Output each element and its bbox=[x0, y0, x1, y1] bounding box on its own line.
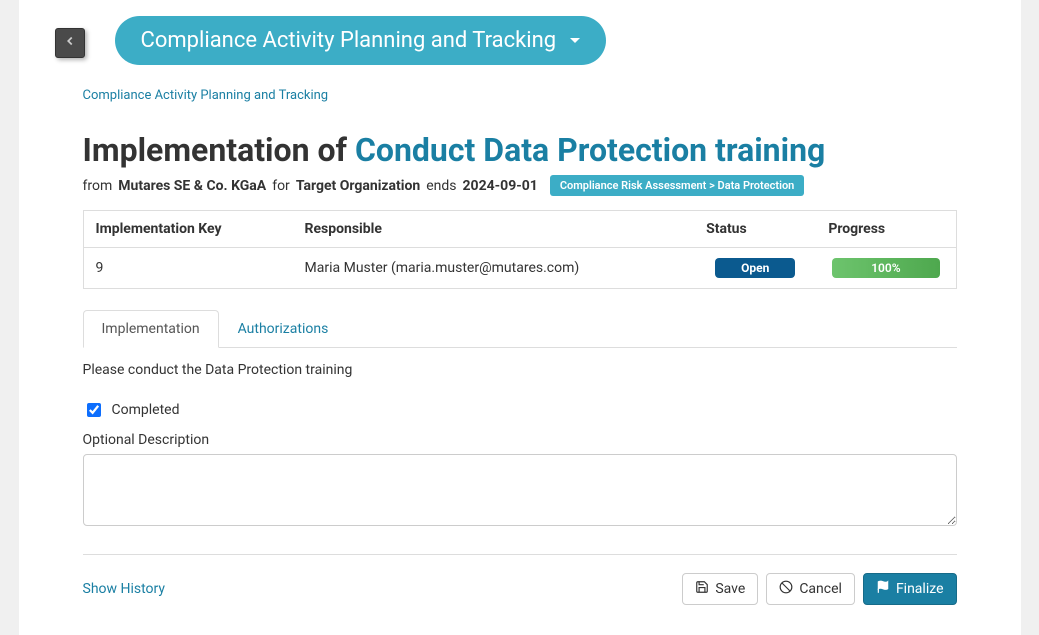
ends-label: ends bbox=[426, 178, 456, 194]
completed-label: Completed bbox=[112, 402, 180, 418]
from-org: Mutares SE & Co. KGaA bbox=[118, 178, 266, 194]
save-label: Save bbox=[715, 581, 745, 597]
cell-responsible: Maria Muster (maria.muster@mutares.com) bbox=[293, 248, 695, 289]
th-responsible: Responsible bbox=[293, 211, 695, 248]
status-badge: Open bbox=[715, 258, 795, 278]
page-subline: from Mutares SE & Co. KGaA for Target Or… bbox=[83, 175, 957, 196]
category-badge: Compliance Risk Assessment > Data Protec… bbox=[550, 175, 805, 196]
cell-status: Open bbox=[694, 248, 816, 289]
save-button[interactable]: Save bbox=[682, 573, 758, 605]
progress-value: 100% bbox=[871, 261, 900, 275]
from-label: from bbox=[83, 178, 113, 194]
th-progress: Progress bbox=[816, 211, 956, 248]
optional-description-input[interactable] bbox=[83, 454, 957, 526]
optional-description-label: Optional Description bbox=[83, 432, 957, 448]
tab-bar: Implementation Authorizations bbox=[83, 309, 957, 348]
page-title: Implementation of Conduct Data Protectio… bbox=[83, 131, 957, 169]
show-history-link[interactable]: Show History bbox=[83, 581, 166, 597]
module-dropdown[interactable]: Compliance Activity Planning and Trackin… bbox=[115, 16, 607, 65]
tab-authorizations[interactable]: Authorizations bbox=[219, 310, 348, 348]
module-dropdown-label: Compliance Activity Planning and Trackin… bbox=[141, 28, 557, 53]
finalize-button[interactable]: Finalize bbox=[863, 573, 957, 605]
th-key: Implementation Key bbox=[83, 211, 293, 248]
chevron-down-icon bbox=[570, 38, 580, 43]
cancel-button[interactable]: Cancel bbox=[766, 573, 855, 605]
progress-bar: 100% bbox=[832, 258, 940, 278]
instruction-text: Please conduct the Data Protection train… bbox=[83, 362, 957, 378]
flag-icon bbox=[876, 580, 890, 598]
title-highlight: Conduct Data Protection training bbox=[355, 131, 825, 169]
finalize-label: Finalize bbox=[896, 581, 944, 597]
save-icon bbox=[695, 580, 709, 598]
cell-key: 9 bbox=[83, 248, 293, 289]
table-row: 9 Maria Muster (maria.muster@mutares.com… bbox=[83, 248, 956, 289]
breadcrumb[interactable]: Compliance Activity Planning and Trackin… bbox=[83, 88, 957, 103]
completed-checkbox[interactable] bbox=[87, 403, 101, 417]
cancel-icon bbox=[779, 580, 793, 598]
for-label: for bbox=[272, 178, 290, 194]
divider bbox=[83, 554, 957, 555]
title-prefix: Implementation of bbox=[83, 131, 347, 169]
back-button[interactable] bbox=[55, 28, 85, 58]
ends-date: 2024-09-01 bbox=[463, 178, 538, 194]
tab-implementation[interactable]: Implementation bbox=[83, 310, 219, 348]
chevron-left-icon bbox=[63, 34, 77, 52]
th-status: Status bbox=[694, 211, 816, 248]
cancel-label: Cancel bbox=[799, 581, 842, 597]
cell-progress: 100% bbox=[816, 248, 956, 289]
details-table: Implementation Key Responsible Status Pr… bbox=[83, 210, 957, 289]
for-org: Target Organization bbox=[296, 178, 420, 194]
